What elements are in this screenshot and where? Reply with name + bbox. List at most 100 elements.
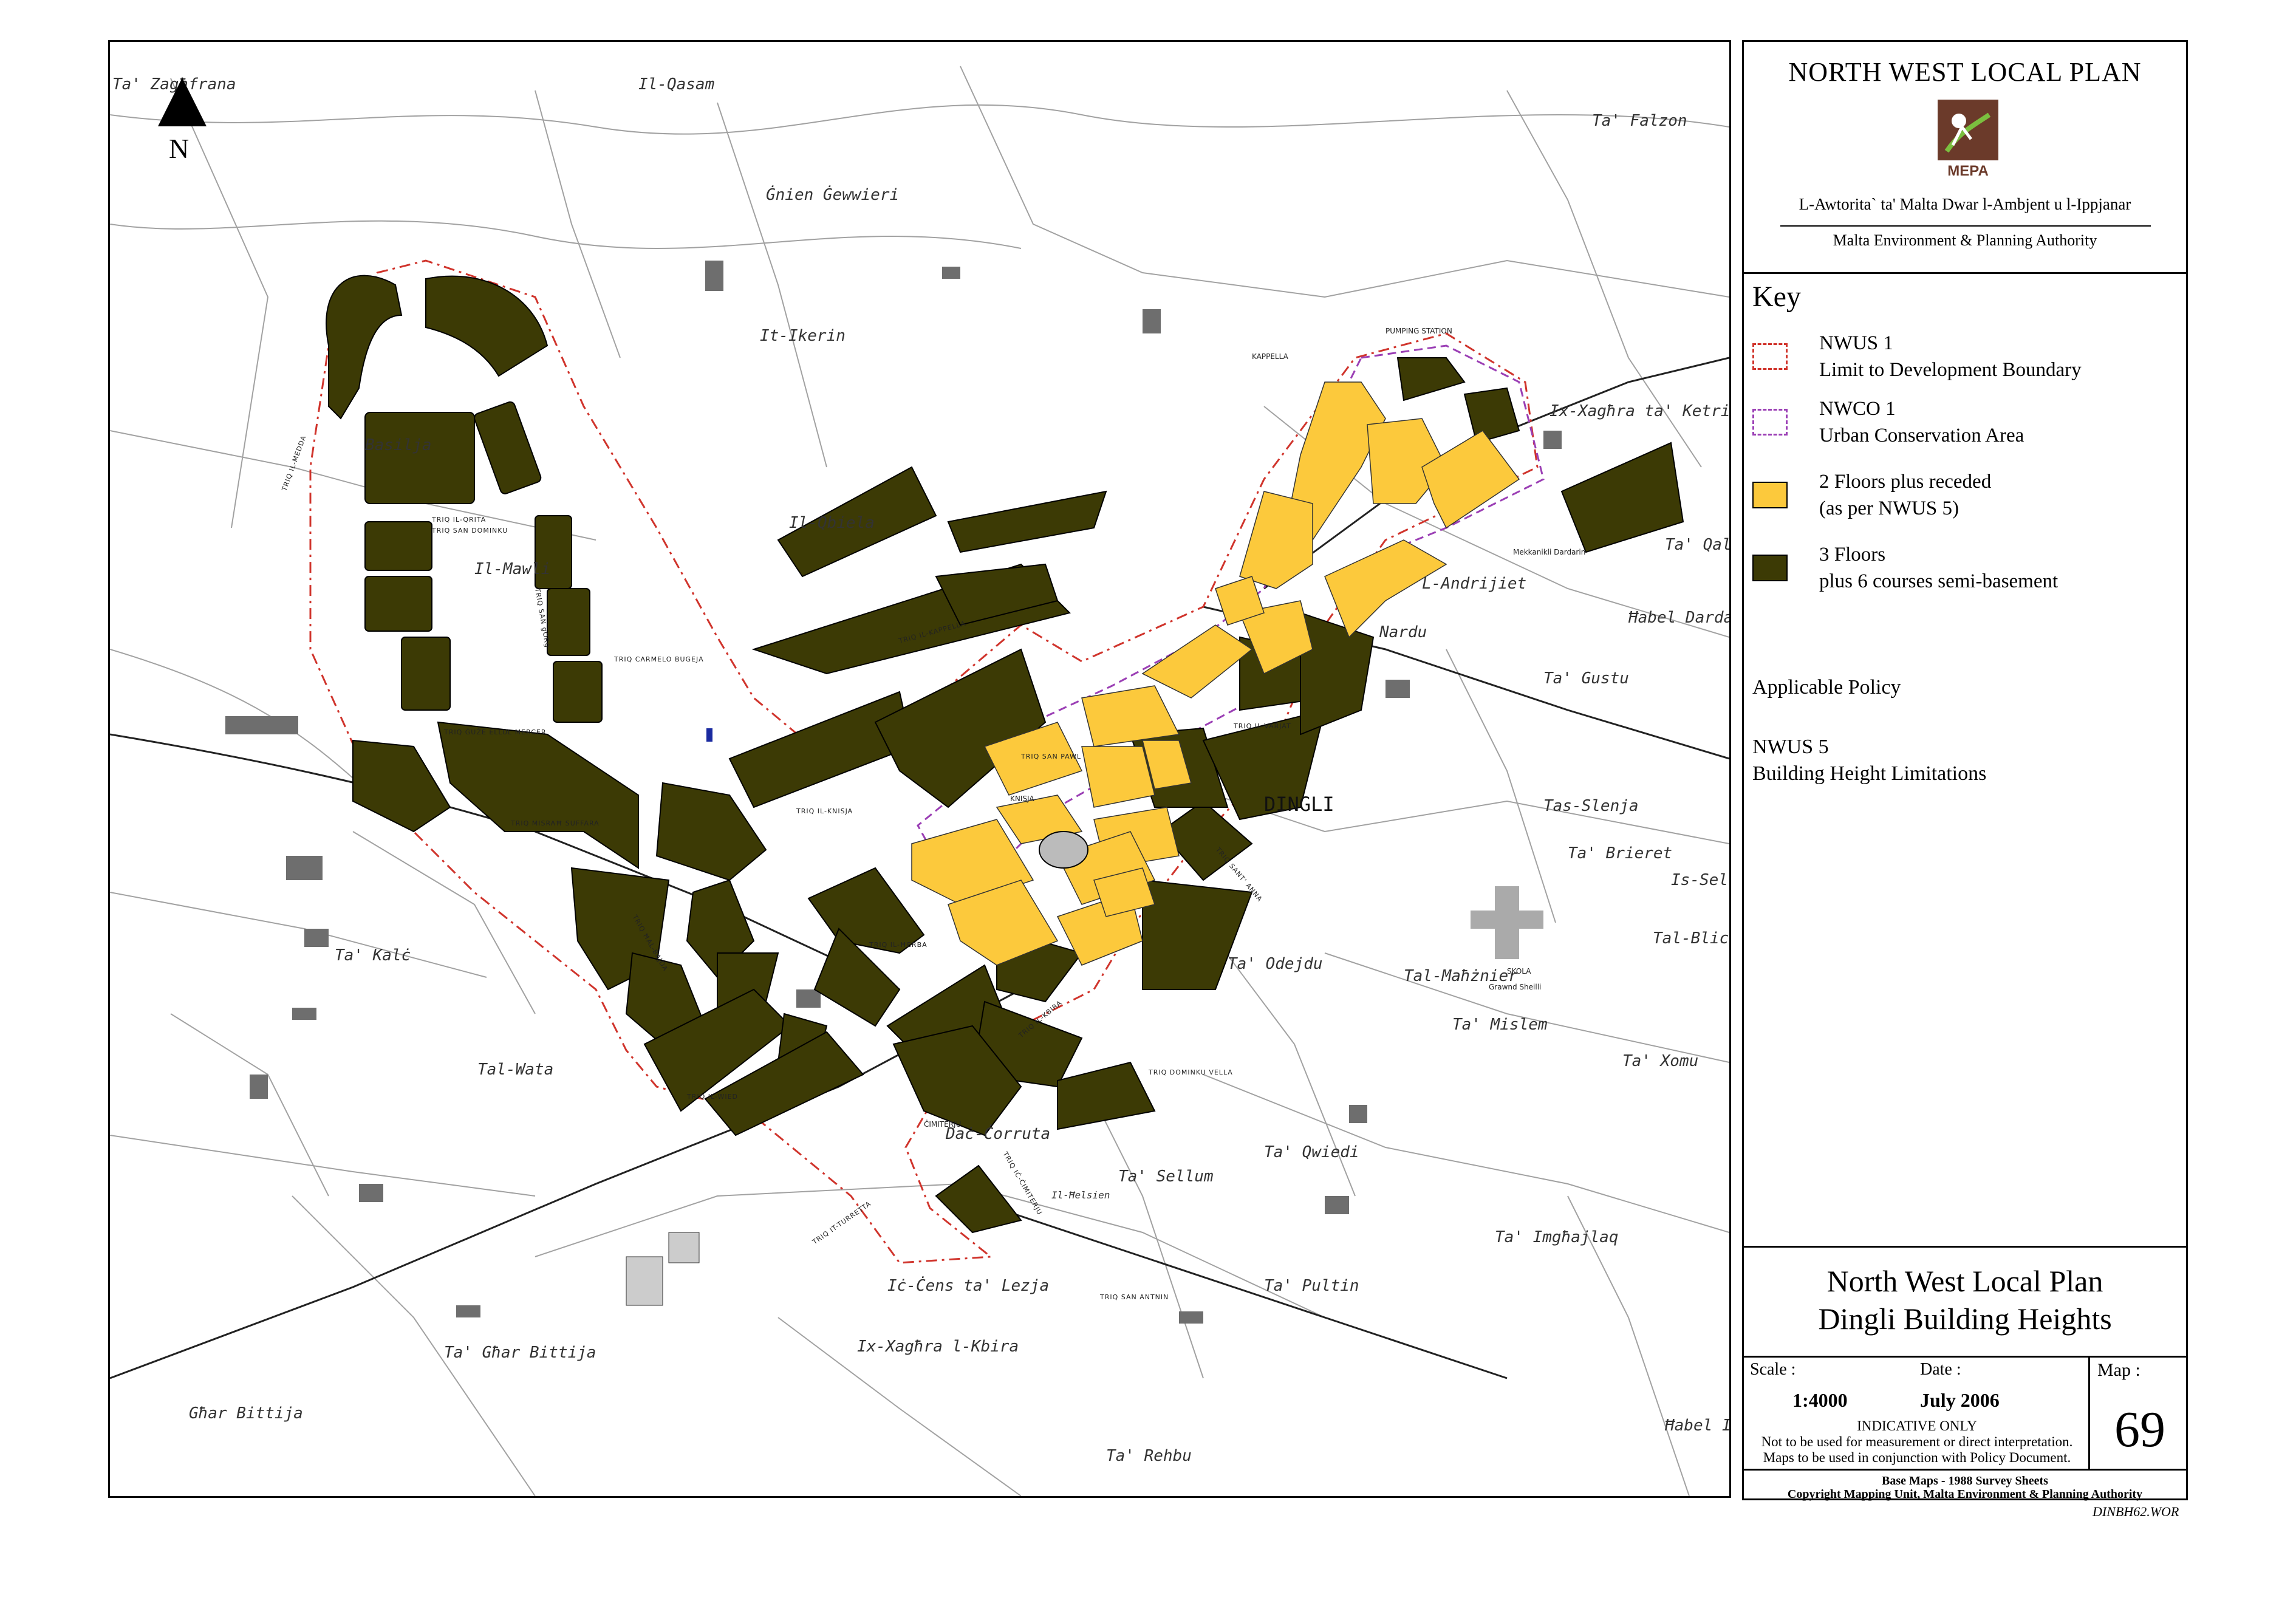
scale-label: Scale : <box>1750 1360 1796 1379</box>
church-building <box>1039 831 1088 869</box>
credits: Base Maps - 1988 Survey Sheets Copyright… <box>1744 1471 2186 1502</box>
map-frame[interactable]: Ta' Zagħfrana Il-Qasam Ġnien Ġewwieri It… <box>108 40 1731 1498</box>
map-label: TRIQ IL-VARJAT <box>1233 722 1291 730</box>
map-label: Ħabel Ix <box>1664 1416 1729 1435</box>
base-map[interactable]: Ta' Zagħfrana Il-Qasam Ġnien Ġewwieri It… <box>110 42 1729 1496</box>
map-label: Ix-Xagħra ta' Ketrin <box>1549 402 1729 420</box>
legend-item-label: (as per NWUS 5) <box>1819 497 1959 519</box>
legend: Key NWUS 1 Limit to Development Boundary… <box>1744 274 2186 1246</box>
map-number: 69 <box>2114 1401 2165 1458</box>
map-label: TRIQ SAN ANTNIN <box>1099 1293 1169 1301</box>
map-label: Iċ-Ċens ta' Lezja <box>887 1276 1049 1295</box>
legend-panel: NORTH WEST LOCAL PLAN MEPA L-Awtorita` t… <box>1742 40 2188 1502</box>
map-label: TRIQ IL-QRITA <box>431 516 486 524</box>
map-label: Il-Qasam <box>638 75 714 94</box>
map-label: Tas-Slenja <box>1543 797 1639 815</box>
map-label: KAPPELLA <box>1252 352 1289 361</box>
legend-item-three-floors: 3 Floors plus 6 courses semi-basement <box>1752 544 2178 610</box>
map-label: Tal-Wata <box>477 1061 553 1079</box>
map-label: TRIQ DOMINKU VELLA <box>1148 1068 1233 1076</box>
map-label: It-Ikerin <box>760 327 846 345</box>
legend-item-two-floors: 2 Floors plus receded (as per NWUS 5) <box>1752 471 2178 538</box>
legend-item-label: 2 Floors plus receded <box>1819 471 1992 493</box>
map-label: Ta' Xomu <box>1622 1052 1698 1070</box>
map-label: TRIQ ĠUŻE ELLUL MERCER <box>443 728 546 736</box>
disclaimer: INDICATIVE ONLY <box>1857 1418 1977 1433</box>
disclaimer: Not to be used for measurement or direct… <box>1761 1434 2073 1449</box>
disclaimer: Maps to be used in conjunction with Poli… <box>1763 1450 2071 1465</box>
header-divider <box>1780 225 2151 227</box>
map-label: Għar Bittija <box>189 1404 303 1423</box>
legend-item-label: Limit to Development Boundary <box>1819 359 2082 381</box>
map-label: Ta' Gustu <box>1543 669 1629 688</box>
panel-header: NORTH WEST LOCAL PLAN MEPA L-Awtorita` t… <box>1744 42 2186 274</box>
map-label: Nardu <box>1379 623 1427 641</box>
legend-title: Key <box>1752 281 1801 313</box>
map-label: TRIQ IT-TURRETTA <box>810 1200 872 1246</box>
two-floors-swatch <box>1752 482 1788 508</box>
copyright-credit: Copyright Mapping Unit, Malta Environmen… <box>1787 1488 2143 1501</box>
map-label: PUMPING STATION <box>1385 327 1452 335</box>
legend-item-label: plus 6 courses semi-basement <box>1819 570 2059 592</box>
map-label: ĊIMITERJU <box>924 1119 961 1129</box>
map-label: Basilja <box>365 436 432 454</box>
map-label: TRIQ MISRAĦ SUFFARA <box>510 819 600 827</box>
file-code: DINBH62.WOR <box>2093 1504 2179 1519</box>
map-title-block: North West Local Plan Dingli Building He… <box>1744 1246 2186 1358</box>
legend-item-code: NWCO 1 <box>1819 398 1896 420</box>
map-label: TRIQ IL-KNISJA <box>796 807 853 815</box>
scale-date-block: Scale : Date : 1:4000 July 2006 INDICATI… <box>1744 1358 2090 1471</box>
map-label: Il-Ħelsien <box>1051 1189 1110 1201</box>
map-label: Is-Sellum <box>1671 871 1729 889</box>
map-label: Grawnd Sheilli <box>1489 983 1541 991</box>
map-label: SKOLA <box>1507 967 1531 976</box>
date-label: Date : <box>1920 1360 1961 1379</box>
map-label: Mekkanikli Dardarin <box>1513 548 1585 556</box>
map-label: KNISJA <box>1010 794 1034 803</box>
map-number-label: Map : <box>2097 1360 2141 1380</box>
mepa-logo-icon: MEPA <box>1938 100 1998 179</box>
policy-title: Applicable Policy <box>1752 676 1901 699</box>
legend-item-conservation-area: NWCO 1 Urban Conservation Area <box>1752 398 2178 465</box>
map-info-block: Scale : Date : 1:4000 July 2006 INDICATI… <box>1744 1358 2186 1471</box>
map-label: Ġnien Ġewwieri <box>766 185 899 204</box>
authority-name-maltese: L-Awtorita` ta' Malta Dwar l-Ambjent u l… <box>1799 195 2131 213</box>
map-label: Ta' Pultin <box>1264 1277 1359 1295</box>
map-label: Ta' Qwiedi <box>1264 1143 1359 1161</box>
map-title: North West Local Plan <box>1826 1264 2103 1298</box>
authority-name-english: Malta Environment & Planning Authority <box>1833 231 2097 249</box>
map-label: Ta' Sellum <box>1118 1167 1214 1186</box>
development-boundary-swatch <box>1752 343 1788 370</box>
map-label: Ta' Falzon <box>1592 112 1687 130</box>
map-label: Il-Mawli <box>474 560 550 578</box>
policy-name: Building Height Limitations <box>1752 762 1987 785</box>
map-label: Ta' Brieret <box>1568 844 1672 863</box>
map-label: Ta' Qali <box>1665 536 1729 554</box>
map-label: L-Andrijiet <box>1422 575 1526 593</box>
map-label: Ta' Kalċ <box>335 946 411 965</box>
conservation-area-swatch <box>1752 409 1788 436</box>
map-label: Ta' Odejdu <box>1228 955 1323 973</box>
map-label: TRIQ IL-WIED <box>686 1093 738 1101</box>
legend-item-label: 3 Floors <box>1819 544 1886 565</box>
map-label: DINGLI <box>1264 793 1334 816</box>
map-label: Tal-Blicċ <box>1653 929 1729 948</box>
map-label: Ħabel Dardarin <box>1628 609 1729 627</box>
legend-item-label: Urban Conservation Area <box>1819 425 2024 446</box>
svg-text:MEPA: MEPA <box>1947 163 1989 179</box>
base-maps-credit: Base Maps - 1988 Survey Sheets <box>1882 1474 2048 1488</box>
map-label: Ta' Għar Bittija <box>444 1344 596 1362</box>
map-label: TRIQ IL-ĦERBA <box>869 941 928 949</box>
three-floors-swatch <box>1752 555 1788 581</box>
map-label: Ta' Imgħajlaq <box>1495 1228 1619 1246</box>
north-label: N <box>169 133 190 164</box>
map-label: Ix-Xagħra l-Kbira <box>857 1338 1019 1356</box>
map-label: TRIQ IL-MEDDA <box>280 434 308 493</box>
date-value: July 2006 <box>1920 1389 2000 1411</box>
map-label: TRIQ SAN PAWL <box>1020 753 1081 760</box>
scale-value: 1:4000 <box>1792 1389 1848 1411</box>
map-subtitle: Dingli Building Heights <box>1818 1302 2112 1336</box>
map-label: Il-Qbiela <box>789 514 875 532</box>
policy-code: NWUS 5 <box>1752 736 1829 758</box>
map-label: Ta' Rehbu <box>1106 1447 1192 1465</box>
